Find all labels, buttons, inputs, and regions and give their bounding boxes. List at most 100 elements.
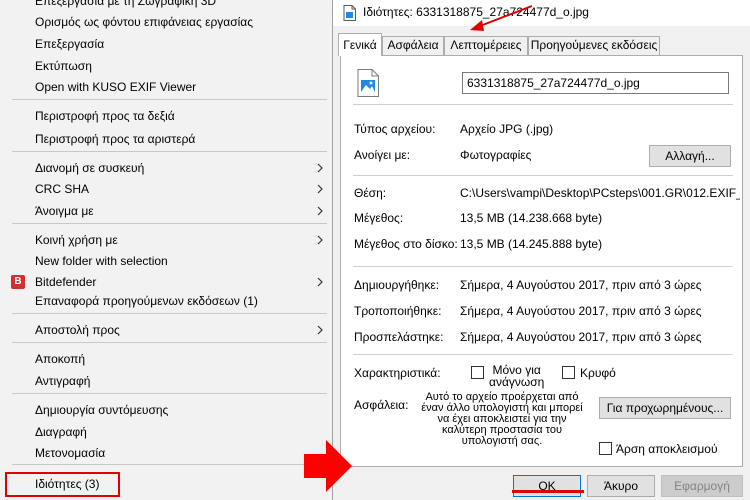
menu-item-label: Αποκοπή xyxy=(35,352,86,366)
security-warning-text: Αυτό το αρχείο προέρχεται από έναν άλλο … xyxy=(415,392,589,447)
menu-item-label: Bitdefender xyxy=(35,275,97,289)
menu-item-label: Μετονομασία xyxy=(35,446,106,460)
tab-general[interactable]: Γενικά xyxy=(338,33,382,56)
menu-item-περιστροφή-προς-τα-αριστερά[interactable]: Περιστροφή προς τα αριστερά xyxy=(0,128,333,150)
menu-item-αντιγραφή[interactable]: Αντιγραφή xyxy=(0,370,333,392)
cancel-button[interactable]: Άκυρο xyxy=(587,475,655,497)
divider xyxy=(353,354,733,355)
security-label: Ασφάλεια: xyxy=(354,398,409,412)
menu-item-label: Επεξεργασία xyxy=(35,37,105,51)
menu-separator xyxy=(12,151,327,152)
menu-item-label: Αντιγραφή xyxy=(35,374,91,388)
chevron-right-icon xyxy=(317,184,323,194)
menu-item-label: Επεξεργασία με τη Ζωγραφική 3D xyxy=(35,0,217,8)
unblock-checkbox[interactable] xyxy=(599,442,612,455)
menu-separator xyxy=(12,393,327,394)
divider xyxy=(353,104,733,105)
created-value: Σήμερα, 4 Αυγούστου 2017, πριν από 3 ώρε… xyxy=(460,278,702,292)
size-on-disk-label: Μέγεθος στο δίσκο: xyxy=(354,237,458,251)
menu-item-label: Άνοιγμα με xyxy=(35,204,94,218)
menu-item-label: Περιστροφή προς τα δεξιά xyxy=(35,109,175,123)
hidden-checkbox[interactable] xyxy=(562,366,575,379)
location-label: Θέση: xyxy=(354,186,387,200)
tab-previous-versions[interactable]: Προηγούμενες εκδόσεις xyxy=(528,36,660,55)
pointer-arrow-icon xyxy=(470,5,533,31)
menu-item-εκτύπωση[interactable]: Εκτύπωση xyxy=(0,55,333,77)
attributes-label: Χαρακτηριστικά: xyxy=(354,366,441,380)
menu-item-label: Κοινή χρήση με xyxy=(35,233,118,247)
advanced-button[interactable]: Για προχωρημένους... xyxy=(599,397,731,419)
created-label: Δημιουργήθηκε: xyxy=(354,278,440,292)
file-name-input[interactable]: 6331318875_27a724477d_o.jpg xyxy=(462,72,729,94)
readonly-label-line2: ανάγνωση xyxy=(489,375,545,389)
menu-item-άνοιγμα-με[interactable]: Άνοιγμα με xyxy=(0,200,333,222)
dialog-title-bar[interactable]: Ιδιότητες: 6331318875_27a724477d_o.jpg xyxy=(333,0,750,26)
menu-item-label: Περιστροφή προς τα αριστερά xyxy=(35,132,196,146)
hidden-label: Κρυφό xyxy=(580,366,616,380)
divider xyxy=(353,175,733,176)
chevron-right-icon xyxy=(317,277,323,287)
menu-item-label: Διανομή σε συσκευή xyxy=(35,161,145,175)
menu-item-κοινή-χρήση-με[interactable]: Κοινή χρήση με xyxy=(0,229,333,251)
menu-item-δημιουργία-συντόμευσης[interactable]: Δημιουργία συντόμευσης xyxy=(0,399,333,421)
ok-underline-mark xyxy=(512,490,584,493)
menu-separator xyxy=(12,313,327,314)
menu-item-διανομή-σε-συσκευή[interactable]: Διανομή σε συσκευή xyxy=(0,157,333,179)
image-file-icon xyxy=(357,69,379,97)
modified-value: Σήμερα, 4 Αυγούστου 2017, πριν από 3 ώρε… xyxy=(460,304,702,318)
size-on-disk-value: 13,5 MB (14.245.888 byte) xyxy=(460,237,603,251)
menu-item-label: CRC SHA xyxy=(35,182,90,196)
general-tab-panel: 6331318875_27a724477d_o.jpg Τύπος αρχείο… xyxy=(340,55,743,467)
modified-label: Τροποποιήθηκε: xyxy=(354,304,442,318)
menu-separator xyxy=(12,223,327,224)
properties-highlight-box xyxy=(5,472,120,497)
menu-item-label: Επαναφορά προηγούμενων εκδόσεων (1) xyxy=(35,294,258,308)
menu-item-διαγραφή[interactable]: Διαγραφή xyxy=(0,421,333,443)
file-icon xyxy=(343,5,356,21)
chevron-right-icon xyxy=(317,206,323,216)
tab-security[interactable]: Ασφάλεια xyxy=(382,36,444,55)
menu-item-επαναφορά-προηγούμενων-εκδόσεων-1[interactable]: Επαναφορά προηγούμενων εκδόσεων (1) xyxy=(0,290,333,312)
accessed-value: Σήμερα, 4 Αυγούστου 2017, πριν από 3 ώρε… xyxy=(460,330,702,344)
unblock-label: Άρση αποκλεισμού xyxy=(616,442,718,456)
size-value: 13,5 MB (14.238.668 byte) xyxy=(460,211,603,225)
menu-item-ορισμός-ως-φόντου-επιφάνειας-εργασίας[interactable]: Ορισμός ως φόντου επιφάνειας εργασίας xyxy=(0,11,333,33)
size-label: Μέγεθος: xyxy=(354,211,404,225)
menu-item-new-folder-with-selection[interactable]: New folder with selection xyxy=(0,250,333,272)
change-button[interactable]: Αλλαγή... xyxy=(649,145,731,167)
menu-separator xyxy=(12,99,327,100)
menu-item-label: Διαγραφή xyxy=(35,425,87,439)
menu-item-open-with-kuso-exif-viewer[interactable]: Open with KUSO EXIF Viewer xyxy=(0,76,333,98)
menu-separator xyxy=(12,342,327,343)
ok-button[interactable]: OK xyxy=(513,475,581,497)
menu-item-label: Αποστολή προς xyxy=(35,323,120,337)
properties-dialog: Ιδιότητες: 6331318875_27a724477d_o.jpg Γ… xyxy=(333,0,750,500)
location-value[interactable]: C:\Users\vampi\Desktop\PCsteps\001.GR\01… xyxy=(460,186,740,200)
context-menu: Επεξεργασία με τη Ζωγραφική 3D Ορισμός ως… xyxy=(0,0,333,500)
readonly-label: Μόνο για ανάγνωση xyxy=(489,364,544,388)
menu-item-αποστολή-προς[interactable]: Αποστολή προς xyxy=(0,319,333,341)
apply-button[interactable]: Εφαρμογή xyxy=(661,475,743,497)
bitdefender-icon: B xyxy=(11,275,25,289)
readonly-checkbox[interactable] xyxy=(471,366,484,379)
menu-item-περιστροφή-προς-τα-δεξιά[interactable]: Περιστροφή προς τα δεξιά xyxy=(0,105,333,127)
tab-details[interactable]: Λεπτομέρειες xyxy=(444,36,528,55)
menu-item-label: New folder with selection xyxy=(35,254,168,268)
menu-separator xyxy=(12,464,327,465)
menu-item-αποκοπή[interactable]: Αποκοπή xyxy=(0,348,333,370)
menu-item-μετονομασία[interactable]: Μετονομασία xyxy=(0,442,333,464)
menu-item-label: Open with KUSO EXIF Viewer xyxy=(35,80,197,94)
opens-with-value: Φωτογραφίες xyxy=(460,148,532,162)
opens-with-label: Ανοίγει με: xyxy=(354,148,411,162)
divider xyxy=(353,266,733,267)
file-type-label: Τύπος αρχείου: xyxy=(354,122,436,136)
menu-item-crc-sha[interactable]: CRC SHA xyxy=(0,178,333,200)
chevron-right-icon xyxy=(317,325,323,335)
menu-item-επεξεργασία[interactable]: Επεξεργασία xyxy=(0,33,333,55)
chevron-right-icon xyxy=(317,235,323,245)
menu-item-label: Δημιουργία συντόμευσης xyxy=(35,403,169,417)
menu-item-label: Εκτύπωση xyxy=(35,59,92,73)
menu-item-label: Ορισμός ως φόντου επιφάνειας εργασίας xyxy=(35,15,254,29)
chevron-right-icon xyxy=(317,163,323,173)
accessed-label: Προσπελάστηκε: xyxy=(354,330,444,344)
